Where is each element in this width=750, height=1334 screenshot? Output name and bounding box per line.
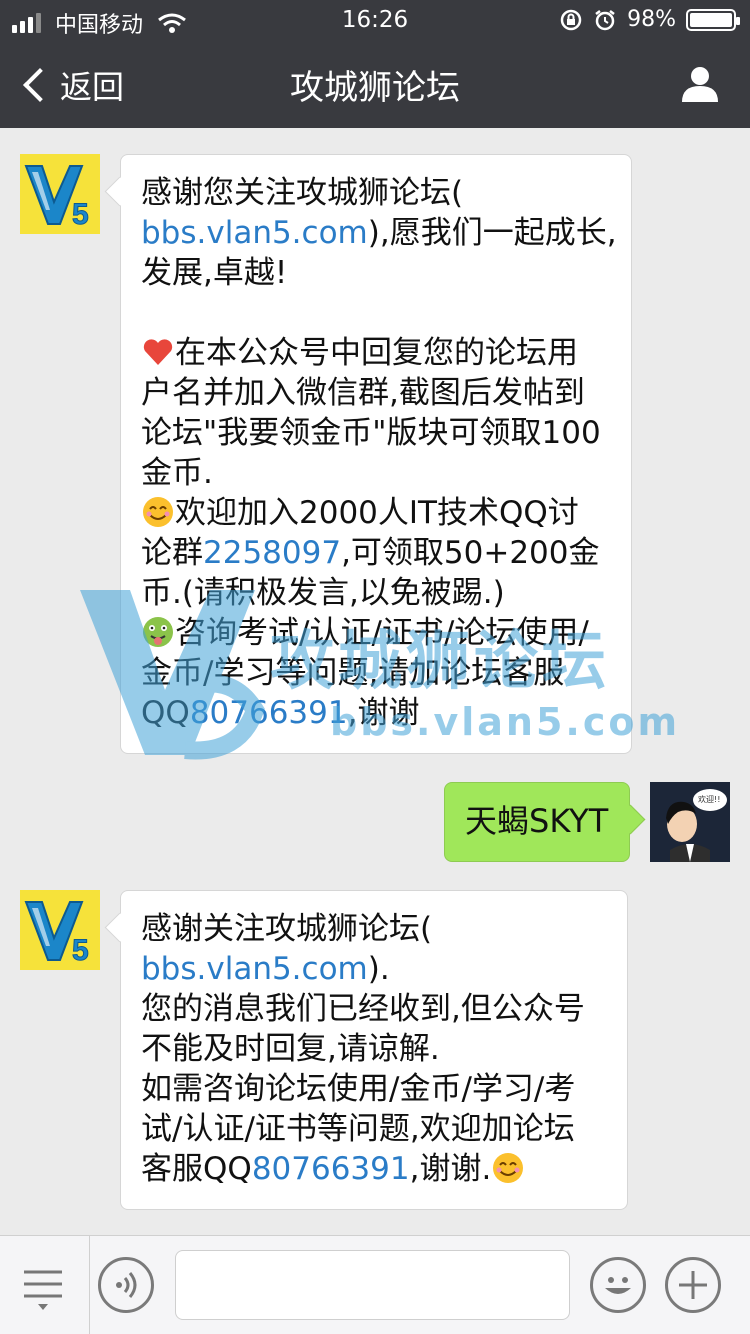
battery-icon [686,8,740,31]
official-avatar[interactable]: 5 [20,890,100,970]
svg-text:5: 5 [72,198,89,231]
battery-percent: 98% [627,7,676,32]
smile-emoji [143,497,173,527]
message-line: 金币. [141,455,213,491]
heart-emoji [143,339,173,365]
top-bar: 中国移动 16:26 98% 返回 攻城狮论坛 [0,0,750,128]
profile-icon[interactable] [680,64,720,104]
smile-emoji [493,1153,524,1183]
v5-logo-icon: 5 [20,890,100,970]
message-line: 币.(请积极发言,以免被踢.) [141,575,505,611]
emoji-button[interactable] [590,1257,646,1313]
v5-logo-icon: 5 [20,154,100,234]
message-line: bbs.vlan5.com),愿我们一起成长, [141,215,617,251]
message-line: bbs.vlan5.com). [141,951,390,987]
status-right: 98% [559,7,740,32]
qq-group-link[interactable]: 2258097 [203,535,341,571]
message-line [141,293,611,333]
message-line: 不能及时回复,请谅解. [141,1031,440,1067]
menu-icon [24,1270,62,1310]
qq-support-link[interactable]: 80766391 [190,695,348,731]
lock-rotation-icon [560,9,582,30]
message-line: 感谢您关注攻城狮论坛( [141,175,464,211]
qq-support-link[interactable]: 80766391 [252,1151,410,1187]
official-avatar[interactable]: 5 [20,154,100,234]
message-line: 欢迎加入2000人IT技术QQ讨 [141,493,611,533]
message-bubble-user[interactable]: 天蝎SKYT [444,782,630,862]
tongue-emoji [143,617,173,647]
message-line: 金币/学习等问题,请加论坛客服 [141,655,565,691]
message-line: 户名并加入微信群,截图后发帖到 [141,375,585,411]
plus-icon [679,1271,707,1299]
avatar-speech-text: 欢迎!! [698,795,721,804]
emoji-icon [605,1277,631,1294]
message-input[interactable] [175,1250,570,1320]
status-bar: 中国移动 16:26 98% [0,0,750,40]
alarm-icon [595,9,615,30]
message-line: QQ80766391,谢谢 [141,695,420,731]
menu-button[interactable] [0,1236,90,1334]
message-line: 论群2258097,可领取50+200金 [141,535,600,571]
message-line: 感谢关注攻城狮论坛( [141,911,433,947]
message-line: 咨询考试/认证/证书/论坛使用/ [141,613,611,653]
message-line: 如需咨询论坛使用/金币/学习/考 [141,1071,576,1107]
forum-link[interactable]: bbs.vlan5.com [141,951,368,987]
page-title: 攻城狮论坛 [290,68,460,108]
forum-link[interactable]: bbs.vlan5.com [141,215,368,251]
message-bubble-official-2[interactable]: 感谢关注攻城狮论坛( bbs.vlan5.com). 您的消息我们已经收到,但公… [120,890,628,1210]
voice-icon [116,1272,137,1298]
svg-text:5: 5 [72,934,89,967]
message-line: 您的消息我们已经收到,但公众号 [141,991,585,1027]
nav-bar: 返回 攻城狮论坛 [0,40,750,128]
user-avatar[interactable]: 欢迎!! [650,782,730,862]
message-line: 客服QQ80766391,谢谢. [141,1149,607,1189]
message-line: 论坛"我要领金币"版块可领取100 [141,415,601,451]
user-message-text: 天蝎SKYT [465,802,609,840]
message-line: 在本公众号中回复您的论坛用 [141,333,611,373]
input-toolbar [0,1235,750,1334]
plus-button[interactable] [665,1257,721,1313]
message-line: 发展,卓越! [141,255,288,291]
message-bubble-official-1[interactable]: 感谢您关注攻城狮论坛( bbs.vlan5.com),愿我们一起成长, 发展,卓… [120,154,632,754]
voice-button[interactable] [98,1257,154,1313]
message-line: 试/认证/证书等问题,欢迎加论坛 [141,1111,575,1147]
